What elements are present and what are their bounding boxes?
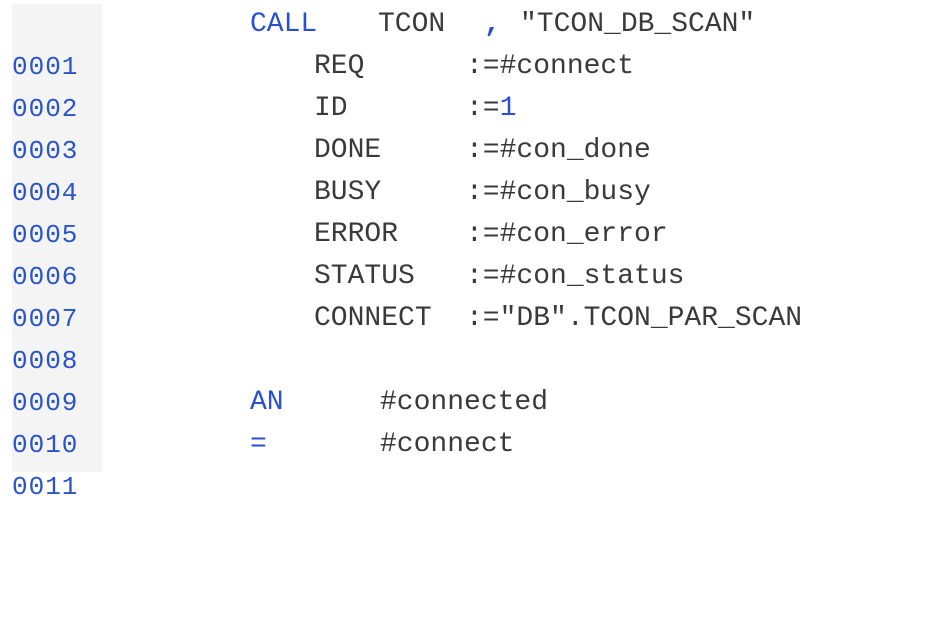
param-name: DONE: [314, 135, 382, 166]
numeric-literal: 1: [499, 93, 517, 124]
param-name: STATUS: [314, 261, 415, 292]
instance-db: "TCON_DB_SCAN": [520, 9, 756, 40]
param-name: ID: [314, 93, 348, 124]
code-line[interactable]: 0008 CONNECT :="DB".TCON_PAR_SCAN: [0, 298, 930, 376]
param-assignment: :="DB".TCON_PAR_SCAN: [466, 303, 803, 334]
instruction-keyword: AN: [250, 387, 284, 418]
code-editor[interactable]: 0001 CALL TCON , "TCON_DB_SCAN" 0002 REQ…: [0, 0, 930, 502]
param-name: CONNECT: [314, 303, 432, 334]
code-line[interactable]: 0006 ERROR :=#con_error: [0, 214, 930, 292]
code-line[interactable]: 0004 DONE :=#con_done: [0, 130, 930, 208]
param-assignment: :=#con_status: [466, 261, 685, 292]
code-line[interactable]: 0003 ID :=1: [0, 88, 930, 166]
code-line[interactable]: 0001 CALL TCON , "TCON_DB_SCAN": [0, 4, 930, 82]
code-line[interactable]: 0009: [0, 340, 930, 418]
param-assignment: :=#con_error: [466, 219, 668, 250]
code-line[interactable]: 0002 REQ :=#connect: [0, 46, 930, 124]
code-line[interactable]: 0005 BUSY :=#con_busy: [0, 172, 930, 250]
call-keyword: CALL: [250, 9, 318, 40]
param-assignment: :=1: [466, 93, 517, 124]
instruction-keyword: =: [250, 429, 267, 460]
param-name: BUSY: [314, 177, 382, 208]
code-line[interactable]: 0011 = #connect: [0, 424, 930, 502]
code-line[interactable]: 0010 AN #connected: [0, 382, 930, 460]
param-assignment: :=#con_done: [466, 135, 651, 166]
param-name: REQ: [314, 51, 365, 82]
param-assignment: :=#connect: [466, 51, 635, 82]
line-number: 0011: [12, 472, 79, 502]
instruction-operand: #connected: [380, 387, 549, 418]
instruction-operand: #connect: [380, 429, 515, 460]
param-name: ERROR: [314, 219, 399, 250]
block-name: TCON: [378, 9, 446, 40]
code-line[interactable]: 0007 STATUS :=#con_status: [0, 256, 930, 334]
param-assignment: :=#con_busy: [466, 177, 651, 208]
comma-separator: ,: [484, 9, 501, 40]
